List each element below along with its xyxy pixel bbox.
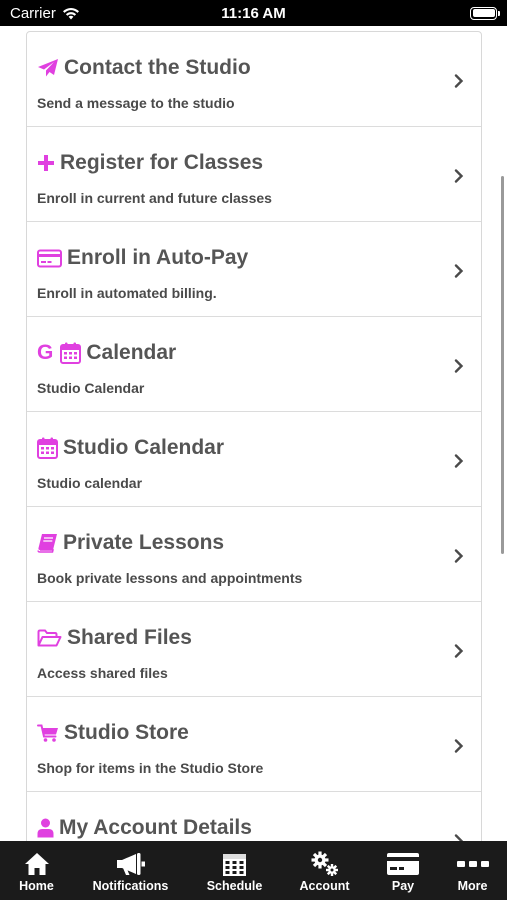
folder-open-icon — [37, 629, 62, 648]
menu-item-title: My Account Details — [59, 816, 252, 839]
chevron-right-icon — [454, 264, 464, 278]
menu-item-title-row: My Account Details — [37, 814, 481, 841]
tab-label: Account — [299, 879, 350, 893]
menu-item-subtitle: Send a message to the studio — [37, 95, 235, 111]
battery-icon — [470, 6, 500, 20]
tab-bar: Home Notifications Schedule Account Pay — [0, 841, 507, 900]
menu-item-auto-pay[interactable]: Enroll in Auto-Pay Enroll in automated b… — [27, 222, 481, 317]
menu-item-title: Shared Files — [67, 626, 192, 649]
main-content[interactable]: Contact the Studio Send a message to the… — [0, 26, 507, 841]
calendar-icon — [60, 342, 82, 364]
menu-item-subtitle: Enroll in automated billing. — [37, 285, 217, 301]
scrollbar[interactable] — [501, 176, 504, 554]
google-icon: G — [37, 341, 54, 364]
paper-plane-icon — [37, 58, 59, 78]
menu-item-subtitle: Enroll in current and future classes — [37, 190, 272, 206]
plus-icon — [37, 154, 55, 172]
gears-icon — [311, 851, 339, 877]
user-icon — [37, 818, 54, 838]
chevron-right-icon — [454, 74, 464, 88]
tab-account[interactable]: Account — [281, 841, 368, 900]
menu-item-shared-files[interactable]: Shared Files Access shared files — [27, 602, 481, 697]
status-left: Carrier — [10, 5, 80, 22]
chevron-right-icon — [454, 739, 464, 753]
menu-item-title-row: Private Lessons — [37, 529, 481, 557]
tab-label: Schedule — [206, 879, 263, 893]
menu-item-title: Enroll in Auto-Pay — [67, 246, 249, 269]
menu-item-private-lessons[interactable]: Private Lessons Book private lessons and… — [27, 507, 481, 602]
book-icon — [37, 533, 58, 553]
menu-item-title: Calendar — [86, 341, 177, 364]
tab-schedule[interactable]: Schedule — [188, 841, 281, 900]
home-icon — [24, 851, 50, 877]
menu-item-title-row: Studio Calendar — [37, 434, 481, 462]
menu-list: Contact the Studio Send a message to the… — [26, 31, 482, 841]
chevron-right-icon — [454, 549, 464, 563]
calendar-grid-icon — [222, 851, 247, 877]
menu-item-title: Private Lessons — [63, 531, 225, 554]
menu-item-subtitle: Studio Calendar — [37, 380, 145, 396]
shopping-cart-icon — [37, 724, 59, 743]
menu-item-title: Studio Calendar — [63, 436, 225, 459]
tab-label: Pay — [391, 879, 415, 893]
menu-item-title-row: Contact the Studio — [37, 54, 481, 82]
chevron-right-icon — [454, 834, 464, 841]
chevron-right-icon — [454, 169, 464, 183]
menu-item-title-row: Register for Classes — [37, 149, 481, 177]
menu-item-studio-store[interactable]: Studio Store Shop for items in the Studi… — [27, 697, 481, 792]
calendar-icon — [37, 437, 58, 459]
tab-more[interactable]: More — [438, 841, 507, 900]
credit-card-icon — [386, 851, 420, 877]
menu-item-subtitle: Shop for items in the Studio Store — [37, 760, 264, 776]
tab-label: More — [457, 879, 488, 893]
tab-label: Home — [19, 879, 54, 893]
tab-label: Notifications — [92, 879, 169, 893]
menu-item-subtitle: Access shared files — [37, 665, 168, 681]
menu-item-title-row: Enroll in Auto-Pay — [37, 244, 481, 272]
menu-item-subtitle: Book private lessons and appointments — [37, 570, 303, 586]
menu-item-title-row: Studio Store — [37, 719, 481, 747]
carrier-label: Carrier — [10, 4, 56, 22]
chevron-right-icon — [454, 454, 464, 468]
tab-pay[interactable]: Pay — [368, 841, 438, 900]
tab-notifications[interactable]: Notifications — [73, 841, 188, 900]
more-dots-icon — [456, 851, 489, 877]
menu-item-title: Studio Store — [64, 721, 189, 744]
menu-item-title: Contact the Studio — [64, 56, 251, 79]
status-bar: Carrier 11:16 AM — [0, 0, 507, 26]
wifi-icon — [62, 7, 80, 20]
menu-item-title-row: Shared Files — [37, 624, 481, 652]
menu-item-contact-studio[interactable]: Contact the Studio Send a message to the… — [27, 32, 481, 127]
chevron-right-icon — [454, 644, 464, 658]
menu-item-account-details[interactable]: My Account Details — [27, 792, 481, 841]
megaphone-icon — [116, 851, 146, 877]
credit-card-icon — [37, 249, 62, 268]
menu-item-studio-calendar[interactable]: Studio Calendar Studio calendar — [27, 412, 481, 507]
menu-item-register-classes[interactable]: Register for Classes Enroll in current a… — [27, 127, 481, 222]
chevron-right-icon — [454, 359, 464, 373]
menu-item-title-row: G Calendar — [37, 339, 481, 367]
menu-item-calendar[interactable]: G Calendar Studio Calendar — [27, 317, 481, 412]
tab-home[interactable]: Home — [0, 841, 73, 900]
menu-item-title: Register for Classes — [60, 151, 264, 174]
menu-item-subtitle: Studio calendar — [37, 475, 143, 491]
